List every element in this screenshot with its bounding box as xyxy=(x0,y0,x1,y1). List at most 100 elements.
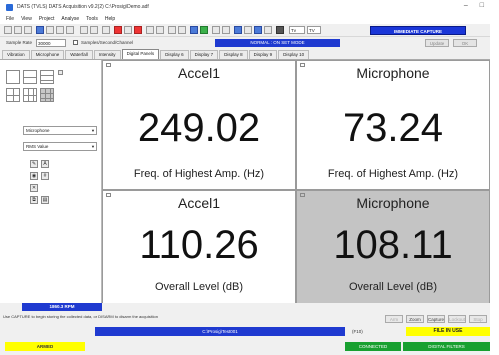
arm-button[interactable]: Arm xyxy=(385,315,403,323)
update-button[interactable]: Update xyxy=(425,39,449,47)
open-icon[interactable] xyxy=(14,26,22,34)
trigger-icon[interactable] xyxy=(156,26,164,34)
colour-icon[interactable]: ◉ xyxy=(30,172,38,180)
play-icon[interactable] xyxy=(102,26,110,34)
sample-rate-label: Sample Rate xyxy=(6,40,33,45)
layout-single-button[interactable] xyxy=(6,70,20,84)
capture-path-field[interactable]: C:\Prosig\Test001 xyxy=(95,327,345,336)
immediate-capture-button[interactable]: IMMEDIATE CAPTURE xyxy=(370,26,466,35)
hint-bar: Use CAPTURE to begin storing the collect… xyxy=(0,311,490,325)
layout-3x2-button[interactable] xyxy=(23,88,37,102)
paste-icon[interactable]: ▤ xyxy=(41,196,49,204)
digital-panel-accel1-freq[interactable]: Accel1 249.02 Freq. of Highest Amp. (Hz) xyxy=(102,60,296,190)
menu-view[interactable]: View xyxy=(21,16,32,22)
pin-icon[interactable] xyxy=(58,70,63,75)
chart-icon[interactable] xyxy=(66,26,74,34)
tab-display-8[interactable]: Display 8 xyxy=(219,50,248,59)
maximize-button[interactable]: □ xyxy=(480,2,484,9)
save-icon[interactable] xyxy=(24,26,32,34)
menu-file[interactable]: File xyxy=(6,16,14,22)
tile-icon[interactable] xyxy=(244,26,252,34)
capture-button[interactable]: Capture xyxy=(427,315,445,323)
tab-waterfall[interactable]: Waterfall xyxy=(65,50,93,59)
properties-icon[interactable]: ✎ xyxy=(30,160,38,168)
app-window: DATS (TVLS) DATS Acquisition v9.2(2) C:\… xyxy=(0,0,490,355)
layout-3x3-button[interactable] xyxy=(40,88,54,102)
app-icon xyxy=(6,3,13,11)
new-icon[interactable] xyxy=(4,26,12,34)
cascade-icon[interactable] xyxy=(254,26,262,34)
panel-value: 110.26 xyxy=(139,223,259,267)
clear-icon[interactable]: ✕ xyxy=(30,184,38,192)
print-icon[interactable] xyxy=(276,26,284,34)
panel-channel-name: Accel1 xyxy=(177,65,221,81)
toolbar-field-1[interactable]: Tv xyxy=(289,26,305,34)
tab-vibration[interactable]: Vibration xyxy=(2,50,30,59)
tab-display-9[interactable]: Display 9 xyxy=(248,50,278,59)
armed-status-badge: ARMED xyxy=(5,342,85,351)
sample-rate-input[interactable]: 30000 xyxy=(36,39,66,47)
digital-panel-microphone-freq[interactable]: Microphone 73.24 Freq. of Highest Amp. (… xyxy=(296,60,490,190)
file-in-use-badge: FILE IN USE xyxy=(406,327,490,336)
window-icon[interactable] xyxy=(234,26,242,34)
record-icon[interactable] xyxy=(114,26,122,34)
status-bar: ARMED CONNECTED DIGITAL FILTERS xyxy=(0,339,490,355)
layout-two-rows-button[interactable] xyxy=(23,70,37,84)
display-icon[interactable] xyxy=(56,26,64,34)
tab-display-10[interactable]: Display 10 xyxy=(278,50,310,59)
arm-icon[interactable] xyxy=(146,26,154,34)
lockout-button[interactable]: Lockout xyxy=(448,315,466,323)
stop-icon[interactable] xyxy=(134,26,142,34)
menu-analyse[interactable]: Analyse xyxy=(61,16,79,22)
menu-project[interactable]: Project xyxy=(39,16,55,22)
display-tabs: Vibration Microphone Waterfall Intensity… xyxy=(0,48,490,59)
menu-tools[interactable]: Tools xyxy=(86,16,98,22)
tab-digital-panels[interactable]: Digital Panels xyxy=(121,49,160,59)
layout-three-rows-button[interactable] xyxy=(40,70,54,84)
tab-microphone[interactable]: Microphone xyxy=(30,50,65,59)
panel-channel-name: Microphone xyxy=(356,65,430,81)
panel-unit-label: Freq. of Highest Amp. (Hz) xyxy=(327,168,459,180)
rpm-bar: 1860.3 RPM xyxy=(0,303,490,311)
zoom-button[interactable]: Zoom xyxy=(406,315,424,323)
channels-icon[interactable] xyxy=(36,26,44,34)
zoom-out-icon[interactable] xyxy=(90,26,98,34)
stop-button[interactable]: Stop xyxy=(469,315,487,323)
digital-panel-microphone-level[interactable]: Microphone 108.11 Overall Level (dB) xyxy=(296,190,490,304)
sample-rate-bar: Sample Rate 30000 Samples/Second/Channel… xyxy=(0,37,490,48)
layout-panel: Microphone ▼ RMS Value ▼ ✎ A ◉ # ✕ ⧉ ▤ xyxy=(0,60,102,304)
copy-icon[interactable]: ⧉ xyxy=(30,196,38,204)
link-icon[interactable] xyxy=(212,26,220,34)
panel-unit-label: Overall Level (dB) xyxy=(154,281,244,293)
font-icon[interactable]: A xyxy=(41,160,49,168)
layout-2x2-button[interactable] xyxy=(6,88,20,102)
fkey-label: (F10) xyxy=(352,329,363,334)
measure-select[interactable]: RMS Value ▼ xyxy=(23,142,97,151)
minimize-button[interactable]: – xyxy=(464,2,468,9)
pause-icon[interactable] xyxy=(124,26,132,34)
panel-unit-label: Overall Level (dB) xyxy=(348,281,438,293)
channel-select[interactable]: Microphone ▼ xyxy=(23,126,97,135)
toolbar-field-2[interactable]: TV xyxy=(307,26,321,34)
ok-button[interactable]: OK xyxy=(453,39,477,47)
mode-status-field: NORMAL : ON SET MODE xyxy=(215,39,340,47)
digital-panel-accel1-level[interactable]: Accel1 110.26 Overall Level (dB) xyxy=(102,190,296,304)
path-bar: C:\Prosig\Test001 (F10) FILE IN USE xyxy=(0,325,490,339)
calibrate-icon[interactable] xyxy=(168,26,176,34)
marker-icon[interactable] xyxy=(178,26,186,34)
grid-icon[interactable] xyxy=(222,26,230,34)
format-icon[interactable]: # xyxy=(41,172,49,180)
setup-icon[interactable] xyxy=(46,26,54,34)
channel-select-value: Microphone xyxy=(26,128,50,133)
title-bar: DATS (TVLS) DATS Acquisition v9.2(2) C:\… xyxy=(0,0,490,14)
tab-intensity[interactable]: Intensity xyxy=(93,50,121,59)
report-icon[interactable] xyxy=(264,26,272,34)
tab-display-7[interactable]: Display 7 xyxy=(189,50,219,59)
window-controls: – □ xyxy=(464,2,484,9)
samples-checkbox[interactable] xyxy=(73,40,78,45)
tab-display-6[interactable]: Display 6 xyxy=(160,50,189,59)
connect-icon[interactable] xyxy=(200,26,208,34)
zoom-in-icon[interactable] xyxy=(80,26,88,34)
settings-icon[interactable] xyxy=(190,26,198,34)
menu-help[interactable]: Help xyxy=(105,16,115,22)
